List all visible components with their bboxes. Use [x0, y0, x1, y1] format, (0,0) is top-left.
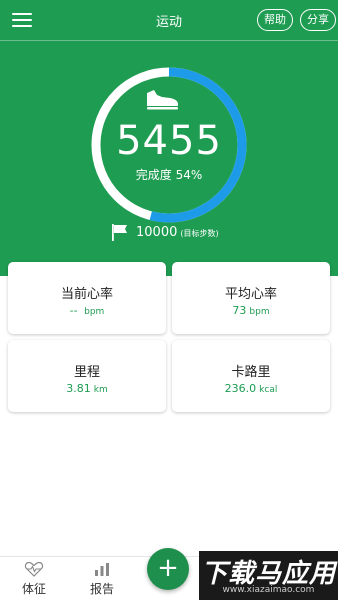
- card-unit: kcal: [259, 385, 278, 395]
- add-button[interactable]: +: [147, 548, 189, 590]
- shoe-icon: [147, 90, 178, 110]
- card-unit: km: [93, 385, 108, 395]
- card-number: 236.0: [224, 382, 257, 395]
- card-number: 73: [232, 304, 247, 317]
- goal-value: 10000: [136, 224, 178, 240]
- watermark: 下载马应用 www.xiazaimao.com: [199, 551, 338, 600]
- tab-report-label: 报告: [89, 582, 114, 596]
- card-distance[interactable]: 里程 3.81 km: [8, 340, 166, 412]
- card-label: 卡路里: [231, 365, 271, 380]
- card-value: 236.0 kcal: [172, 382, 330, 395]
- progress-text: 完成度 54%: [135, 168, 203, 182]
- bar-chart-icon: [95, 563, 109, 576]
- card-label: 平均心率: [224, 287, 277, 302]
- card-label: 里程: [73, 365, 100, 380]
- card-unit: bpm: [84, 307, 105, 317]
- help-button[interactable]: 帮助: [257, 9, 293, 31]
- header-divider: [0, 40, 338, 41]
- tab-health[interactable]: 体征: [4, 557, 64, 600]
- card-value: 73 bpm: [172, 304, 330, 317]
- tab-report[interactable]: 报告: [72, 557, 132, 600]
- card-calories[interactable]: 卡路里 236.0 kcal: [172, 340, 330, 412]
- goal-row: 10000 (目标步数): [110, 222, 219, 242]
- top-bar: 运动 帮助 分享: [0, 0, 338, 40]
- card-current-heart-rate[interactable]: 当前心率 -- bpm: [8, 262, 166, 334]
- flag-icon: [112, 224, 127, 241]
- card-label: 当前心率: [60, 287, 113, 302]
- card-unit: bpm: [249, 307, 270, 317]
- watermark-url: www.xiazaimao.com: [222, 585, 315, 595]
- heart-pulse-icon: [24, 561, 44, 577]
- step-count: 5455: [116, 118, 222, 164]
- share-button[interactable]: 分享: [300, 9, 336, 31]
- card-number: --: [69, 304, 82, 317]
- card-average-heart-rate[interactable]: 平均心率 73 bpm: [172, 262, 330, 334]
- card-number: 3.81: [66, 382, 91, 395]
- tab-health-label: 体征: [21, 582, 46, 596]
- card-value: -- bpm: [8, 304, 166, 317]
- goal-note: (目标步数): [180, 228, 219, 238]
- card-value: 3.81 km: [8, 382, 166, 395]
